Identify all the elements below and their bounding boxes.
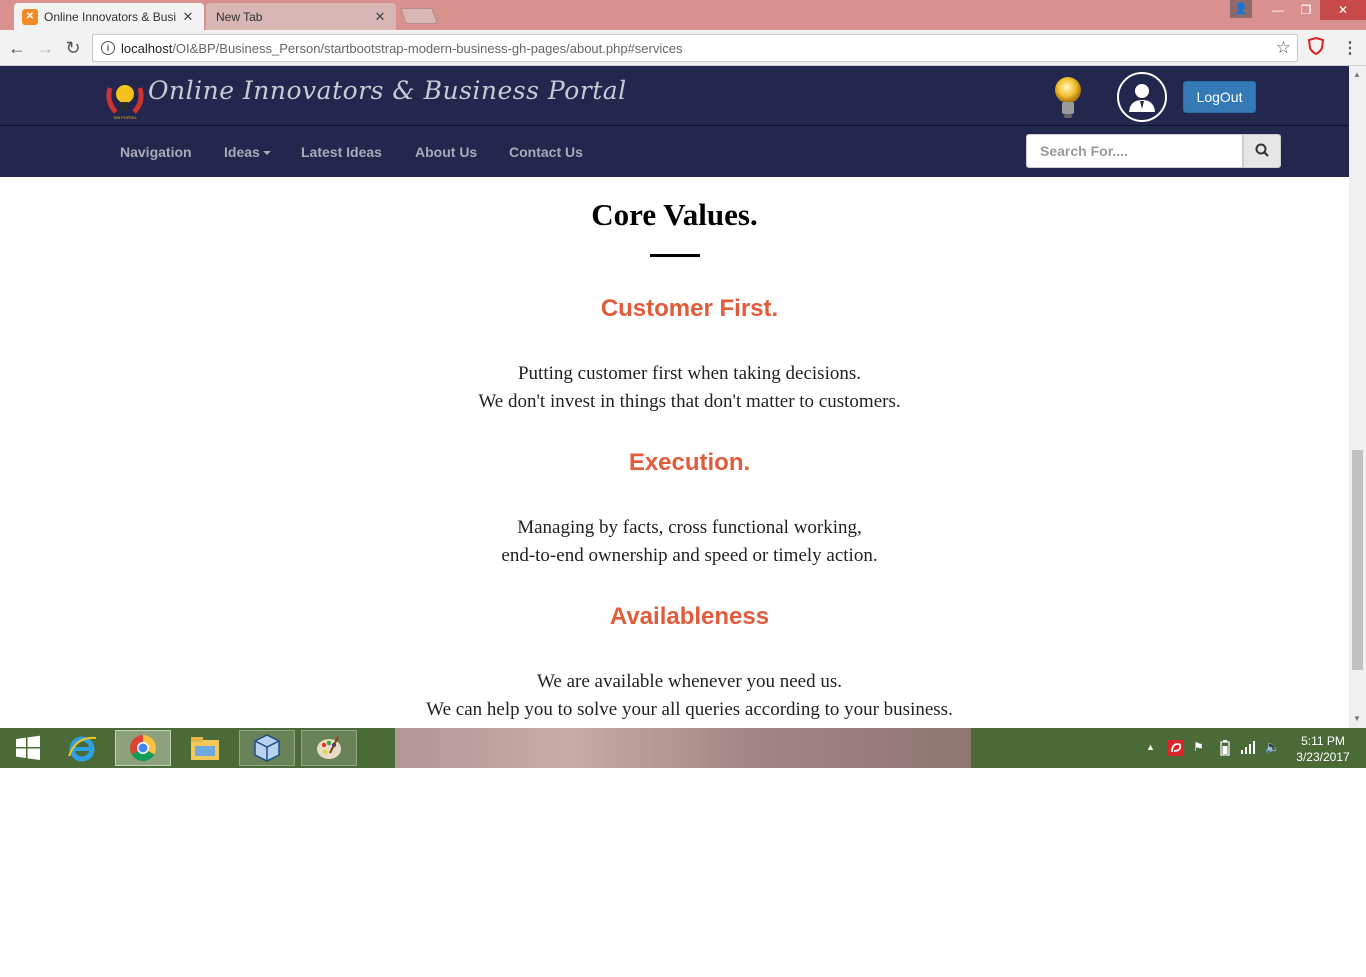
logo-caption: OIB PORTAL	[113, 115, 137, 120]
value-text-line: We don't invest in things that don't mat…	[478, 391, 901, 412]
tab-title: New Tab	[216, 9, 263, 24]
page-scrollbar[interactable]: ▲ ▼	[1349, 66, 1366, 728]
value-text-line: Putting customer first when taking decis…	[517, 363, 861, 384]
browser-toolbar: ← → ↻ i localhost/OI&BP/Business_Person/…	[0, 30, 1366, 66]
core-values-section: Core Values. Customer First. Putting cus…	[0, 177, 1349, 728]
site-navbar: Navigation Ideas Latest Ideas About Us C…	[0, 125, 1349, 177]
caret-down-icon	[262, 151, 271, 156]
tab-close-icon[interactable]: ✕	[372, 9, 388, 25]
new-tab-button[interactable]	[400, 8, 438, 24]
nav-ideas-dropdown[interactable]: Ideas	[224, 144, 271, 160]
portal-logo[interactable]: OIB PORTAL	[104, 78, 146, 120]
clock-time: 5:11 PM	[1301, 734, 1345, 748]
shield-extension-icon[interactable]	[1307, 36, 1325, 57]
search-button[interactable]	[1243, 134, 1281, 168]
taskbar-wallpaper-preview	[395, 728, 971, 768]
show-hidden-icons-icon[interactable]: ▲	[1146, 742, 1155, 752]
value-heading-execution: Execution.	[628, 449, 751, 476]
window-controls: 👤 — ❐ ✕	[1230, 0, 1366, 22]
user-profile-icon[interactable]: 👤	[1230, 0, 1252, 18]
browser-titlebar: ✕ Online Innovators & Busi ✕ New Tab ✕ 👤…	[0, 0, 1366, 30]
windows-taskbar: ▲ ⚑ 🔈 5:11 PM 3/23/2017	[0, 728, 1366, 768]
value-text-line: end-to-end ownership and speed or timely…	[501, 545, 878, 566]
xampp-favicon-icon: ✕	[22, 8, 38, 25]
tab-title: Online Innovators & Busi	[44, 9, 177, 24]
forward-arrow-icon[interactable]: →	[34, 37, 56, 59]
site-header: OIB PORTAL Online Innovators & Business …	[0, 66, 1349, 125]
volume-icon[interactable]: 🔈	[1265, 740, 1280, 754]
desktop-blank-area	[0, 768, 1366, 977]
lightbulb-icon[interactable]	[1050, 74, 1086, 122]
windows-start-icon[interactable]	[0, 730, 56, 766]
chrome-menu-icon[interactable]: ⋮	[1342, 38, 1358, 58]
tab-close-icon[interactable]: ✕	[180, 9, 196, 25]
virtualbox-icon[interactable]	[239, 730, 295, 766]
antivirus-tray-icon[interactable]	[1168, 740, 1184, 759]
url-text: localhost/OI&BP/Business_Person/startboo…	[121, 41, 683, 56]
address-bar[interactable]: i localhost/OI&BP/Business_Person/startb…	[92, 34, 1298, 62]
logout-button[interactable]: LogOut	[1183, 81, 1256, 113]
paint-icon[interactable]	[301, 730, 357, 766]
nav-latest-ideas[interactable]: Latest Ideas	[301, 144, 382, 160]
value-heading-availableness: Availableness	[609, 603, 770, 630]
section-title: Core Values.	[591, 197, 758, 232]
nav-about-us[interactable]: About Us	[415, 144, 477, 160]
scroll-up-icon[interactable]: ▲	[1353, 70, 1361, 79]
action-center-flag-icon[interactable]: ⚑	[1193, 740, 1204, 754]
value-heading-customer-first: Customer First.	[600, 295, 779, 322]
value-text-line: We can help you to solve your all querie…	[426, 699, 953, 720]
search-icon	[1255, 143, 1269, 157]
site-brand-title[interactable]: Online Innovators & Business Portal	[148, 76, 627, 105]
minimize-icon[interactable]: —	[1264, 0, 1292, 20]
tab-active[interactable]: ✕ Online Innovators & Busi ✕	[14, 3, 204, 30]
search-input[interactable]: Search For....	[1026, 134, 1243, 168]
battery-icon[interactable]	[1220, 740, 1230, 759]
window-close-icon[interactable]: ✕	[1320, 0, 1366, 20]
back-arrow-icon[interactable]: ←	[6, 37, 28, 59]
value-text-line: Managing by facts, cross functional work…	[517, 517, 862, 538]
chrome-taskbar-icon[interactable]	[115, 730, 171, 766]
nav-navigation[interactable]: Navigation	[120, 144, 192, 160]
internet-explorer-icon[interactable]	[54, 730, 110, 766]
info-icon[interactable]: i	[101, 41, 115, 55]
taskbar-clock[interactable]: 5:11 PM 3/23/2017	[1290, 733, 1356, 765]
reload-icon[interactable]: ↻	[62, 37, 84, 59]
value-text-line: We are available whenever you need us.	[537, 671, 842, 692]
clock-date: 3/23/2017	[1296, 750, 1350, 764]
nav-contact-us[interactable]: Contact Us	[509, 144, 583, 160]
title-divider	[650, 254, 700, 257]
user-avatar-icon[interactable]	[1117, 72, 1167, 122]
scroll-thumb[interactable]	[1352, 450, 1363, 670]
scroll-down-icon[interactable]: ▼	[1353, 714, 1361, 723]
network-signal-icon[interactable]	[1240, 740, 1256, 757]
file-explorer-icon[interactable]	[177, 730, 233, 766]
tab-new-tab[interactable]: New Tab ✕	[206, 3, 396, 30]
restore-icon[interactable]: ❐	[1292, 0, 1320, 20]
bookmark-star-icon[interactable]: ☆	[1276, 38, 1291, 58]
